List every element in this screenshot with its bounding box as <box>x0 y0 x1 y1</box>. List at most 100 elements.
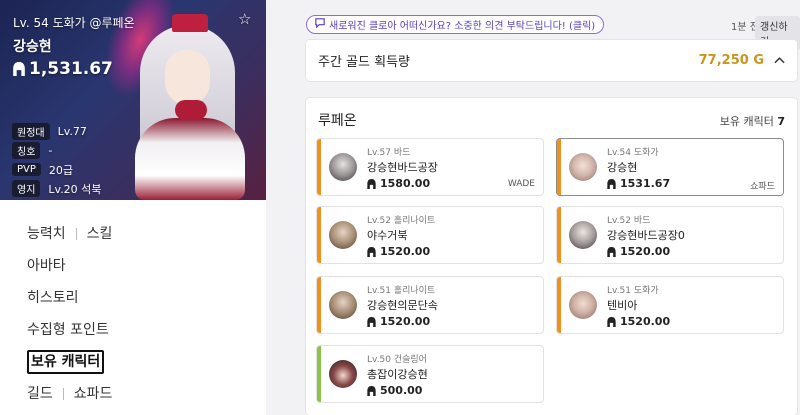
item-level-value: 1520.00 <box>380 245 431 258</box>
owned-character-count: 보유 캐릭터 7 <box>720 113 785 129</box>
item-level-value: 1520.00 <box>620 315 671 328</box>
helmet-icon <box>607 178 616 189</box>
menu-item-owned-characters[interactable]: 보유 캐릭터 <box>27 350 105 374</box>
character-class: Lv.54 도화가 <box>607 148 659 158</box>
character-avatar <box>569 291 597 319</box>
info-badge: 영지 <box>12 180 41 197</box>
profile-panel: Lv. 54 도화가 @루페온 강승현 1,531.67 ☆ 원정대 Lv.77… <box>0 0 266 415</box>
menu-row-stats-skills: 능력치 스킬 <box>0 218 266 250</box>
character-card[interactable]: Lv.57 바드 강승현바드공장 1580.00 WADE <box>316 138 544 196</box>
character-item-level: 1520.00 <box>367 315 430 328</box>
item-level-value: 500.00 <box>380 384 423 397</box>
menu-item-avatar[interactable]: 아바타 <box>0 250 266 282</box>
item-level-value: 1580.00 <box>380 177 431 190</box>
character-class: Lv.51 홀리나이트 <box>367 286 436 296</box>
server-name: 루페온 <box>318 113 357 129</box>
character-dress <box>135 118 245 200</box>
info-row-title: 칭호 - <box>12 141 101 160</box>
character-card-name: 강승현의문단속 <box>367 299 438 312</box>
character-item-level: 1520.00 <box>367 245 430 258</box>
helmet-icon <box>367 246 376 257</box>
character-card[interactable]: Lv.51 홀리나이트 강승현의문단속 1520.00 <box>316 276 544 334</box>
character-face <box>165 50 210 105</box>
character-card-name: 텐비아 <box>607 299 638 312</box>
helmet-icon <box>13 62 25 76</box>
server-character-list: 루페온 보유 캐릭터 7 Lv.57 바드 강승현바드공장 1580.00 WA… <box>306 98 797 415</box>
character-item-level: 500.00 <box>367 384 422 397</box>
level-class-server: Lv. 54 도화가 @루페온 <box>13 16 135 30</box>
helmet-icon <box>367 178 376 189</box>
info-row-expedition: 원정대 Lv.77 <box>12 122 101 141</box>
character-card[interactable]: Lv.50 건슬링어 총잡이강승현 500.00 <box>316 345 544 403</box>
helmet-icon <box>607 246 616 257</box>
info-value: - <box>48 144 53 157</box>
character-avatar <box>329 360 357 388</box>
owned-label: 보유 캐릭터 <box>719 115 774 128</box>
character-guild: WADE <box>507 179 535 189</box>
card-accent-bar <box>317 346 321 402</box>
helmet-icon <box>367 385 376 396</box>
character-card-name: 강승현바드공장 <box>367 161 438 174</box>
info-row-estate: 영지 Lv.20 석북 <box>12 179 101 198</box>
info-value: Lv.20 석북 <box>48 182 102 196</box>
character-avatar <box>329 153 357 181</box>
character-class: Lv.57 바드 <box>367 148 411 158</box>
character-class: Lv.52 홀리나이트 <box>367 216 436 226</box>
info-row-pvp: PVP 20급 <box>12 160 101 179</box>
chevron-up-icon[interactable] <box>774 53 785 68</box>
item-level: 1,531.67 <box>13 59 113 79</box>
item-level-value: 1520.00 <box>380 315 431 328</box>
character-item-level: 1580.00 <box>367 177 430 190</box>
favorite-star-icon[interactable]: ☆ <box>238 10 251 28</box>
character-card-selected[interactable]: Lv.54 도화가 강승현 1531.67 쇼파드 <box>556 138 784 196</box>
character-class: Lv.52 바드 <box>607 216 651 226</box>
character-avatar <box>569 153 597 181</box>
owned-count: 7 <box>777 115 785 128</box>
menu-item-guild[interactable]: 길드 <box>27 378 53 410</box>
card-accent-bar <box>317 207 321 263</box>
card-accent-bar <box>557 139 561 195</box>
info-value: 20급 <box>48 163 74 177</box>
card-accent-bar <box>557 277 561 333</box>
menu-row-guild: 길드 쇼파드 <box>0 378 266 410</box>
card-accent-bar <box>557 207 561 263</box>
item-level-value: 1,531.67 <box>29 59 113 79</box>
weekly-gold-card[interactable]: 주간 골드 획득량 77,250 G <box>306 40 797 81</box>
card-accent-bar <box>317 139 321 195</box>
menu-item-stats[interactable]: 능력치 <box>27 218 66 250</box>
character-avatar <box>329 221 357 249</box>
character-item-level: 1520.00 <box>607 315 670 328</box>
character-avatar <box>569 221 597 249</box>
character-bow <box>175 100 207 120</box>
feedback-notice-button[interactable]: 새로워진 클로아 어떠신가요? 소중한 의견 부탁드립니다! (클릭) <box>306 15 605 34</box>
helmet-icon <box>367 316 376 327</box>
character-card[interactable]: Lv.52 홀리나이트 야수거북 1520.00 <box>316 206 544 264</box>
info-badge: 원정대 <box>12 123 50 140</box>
character-card-name: 강승현 <box>607 161 638 174</box>
menu-item-guild-name[interactable]: 쇼파드 <box>74 378 113 410</box>
menu-item-history[interactable]: 히스토리 <box>0 282 266 314</box>
info-badge: 칭호 <box>12 142 41 159</box>
weekly-gold-label: 주간 골드 획득량 <box>318 55 410 70</box>
card-accent-bar <box>317 277 321 333</box>
character-name: 강승현 <box>13 39 52 55</box>
character-class: Lv.50 건슬링어 <box>367 355 427 365</box>
character-class: Lv.51 도화가 <box>607 286 659 296</box>
menu-item-collectibles[interactable]: 수집형 포인트 <box>0 314 266 346</box>
character-item-level: 1520.00 <box>607 245 670 258</box>
character-guild: 쇼파드 <box>750 182 775 192</box>
menu-item-skills[interactable]: 스킬 <box>87 218 113 250</box>
info-value: Lv.77 <box>57 125 87 138</box>
crown-decoration <box>172 14 208 32</box>
character-card[interactable]: Lv.52 바드 강승현바드공장0 1520.00 <box>556 206 784 264</box>
chat-bubble-icon <box>315 18 325 31</box>
profile-menu: 능력치 스킬 아바타 히스토리 수집형 포인트 보유 캐릭터 길드 쇼파드 <box>0 218 266 410</box>
character-card-name: 강승현바드공장0 <box>607 229 685 242</box>
character-card-name: 총잡이강승현 <box>367 368 428 381</box>
info-badge: PVP <box>12 163 41 176</box>
character-card[interactable]: Lv.51 도화가 텐비아 1520.00 <box>556 276 784 334</box>
menu-divider <box>62 388 64 400</box>
character-avatar <box>329 291 357 319</box>
character-item-level: 1531.67 <box>607 177 670 190</box>
feedback-notice-text: 새로워진 클로아 어떠신가요? 소중한 의견 부탁드립니다! (클릭) <box>329 21 596 32</box>
